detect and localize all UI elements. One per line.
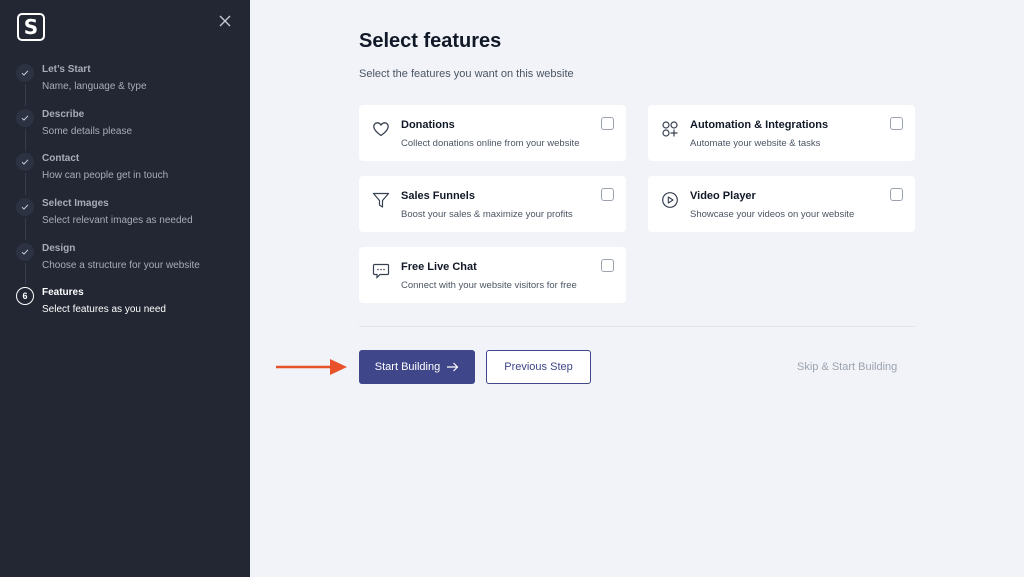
check-icon — [16, 242, 34, 261]
feature-desc: Collect donations online from your websi… — [401, 138, 580, 149]
skip-start-building-link[interactable]: Skip & Start Building — [797, 361, 897, 373]
step-title: Design — [42, 242, 76, 254]
check-icon — [16, 108, 34, 127]
logo: S — [17, 13, 45, 41]
feature-title: Sales Funnels — [401, 190, 475, 202]
step-lets-start[interactable]: Let’s Start Name, language & type — [16, 62, 200, 107]
pointer-arrow-icon — [276, 359, 347, 375]
feature-checkbox[interactable] — [601, 259, 614, 272]
step-title: Features — [42, 287, 84, 299]
page-subtitle: Select the features you want on this web… — [359, 68, 574, 80]
check-icon — [16, 64, 34, 82]
feature-title: Automation & Integrations — [690, 119, 829, 131]
start-building-button[interactable]: Start Building — [359, 350, 475, 384]
feature-checkbox[interactable] — [890, 188, 903, 201]
feature-card-automation[interactable]: Automation & Integrations Automate your … — [648, 105, 915, 161]
step-title: Let’s Start — [42, 64, 91, 75]
step-contact[interactable]: Contact How can people get in touch — [16, 151, 200, 196]
feature-desc: Showcase your videos on your website — [690, 209, 855, 220]
feature-title: Free Live Chat — [401, 261, 477, 273]
step-desc: Some details please — [42, 125, 133, 137]
check-icon — [16, 153, 34, 172]
feature-card-video-player[interactable]: Video Player Showcase your videos on you… — [648, 176, 915, 232]
feature-title: Video Player — [690, 190, 756, 202]
step-connector — [24, 262, 26, 285]
page-title: Select features — [359, 30, 502, 52]
feature-desc: Automate your website & tasks — [690, 138, 821, 149]
step-title: Select Images — [42, 198, 109, 210]
feature-checkbox[interactable] — [601, 117, 614, 130]
steps-list: Let’s Start Name, language & type Descri… — [16, 62, 200, 330]
previous-step-button[interactable]: Previous Step — [486, 350, 591, 384]
feature-desc: Boost your sales & maximize your profits — [401, 209, 573, 220]
step-desc: Name, language & type — [42, 81, 147, 92]
play-circle-icon — [662, 192, 678, 208]
step-desc: Select relevant images as needed — [42, 215, 193, 227]
feature-desc: Connect with your website visitors for f… — [401, 280, 577, 291]
step-select-images[interactable]: Select Images Select relevant images as … — [16, 196, 200, 241]
feature-card-live-chat[interactable]: Free Live Chat Connect with your website… — [359, 247, 626, 303]
chat-icon — [372, 263, 390, 279]
step-connector — [24, 218, 26, 241]
step-design[interactable]: Design Choose a structure for your websi… — [16, 241, 200, 286]
arrow-right-icon — [447, 362, 459, 372]
step-number: 6 — [16, 287, 34, 306]
feature-title: Donations — [401, 119, 455, 131]
divider — [359, 326, 915, 327]
step-title: Contact — [42, 153, 80, 165]
heart-icon — [373, 122, 389, 137]
step-title: Describe — [42, 108, 85, 120]
step-desc: Select features as you need — [42, 304, 166, 316]
feature-checkbox[interactable] — [601, 188, 614, 201]
logo-letter: S — [23, 15, 39, 39]
close-icon[interactable] — [218, 14, 232, 28]
feature-card-donations[interactable]: Donations Collect donations online from … — [359, 105, 626, 161]
feature-checkbox[interactable] — [890, 117, 903, 130]
feature-card-sales-funnels[interactable]: Sales Funnels Boost your sales & maximiz… — [359, 176, 626, 232]
funnel-icon — [372, 192, 390, 208]
step-desc: Choose a structure for your website — [42, 259, 200, 271]
step-desc: How can people get in touch — [42, 170, 169, 182]
step-connector — [24, 173, 26, 196]
apps-add-icon — [662, 121, 678, 137]
start-building-label: Start Building — [374, 361, 441, 373]
step-connector — [24, 84, 26, 106]
step-describe[interactable]: Describe Some details please — [16, 107, 200, 152]
check-icon — [16, 198, 34, 217]
sidebar: S Let’s Start Name, language & type Desc… — [0, 0, 250, 577]
step-connector — [24, 128, 26, 151]
step-features[interactable]: 6 Features Select features as you need — [16, 285, 200, 330]
